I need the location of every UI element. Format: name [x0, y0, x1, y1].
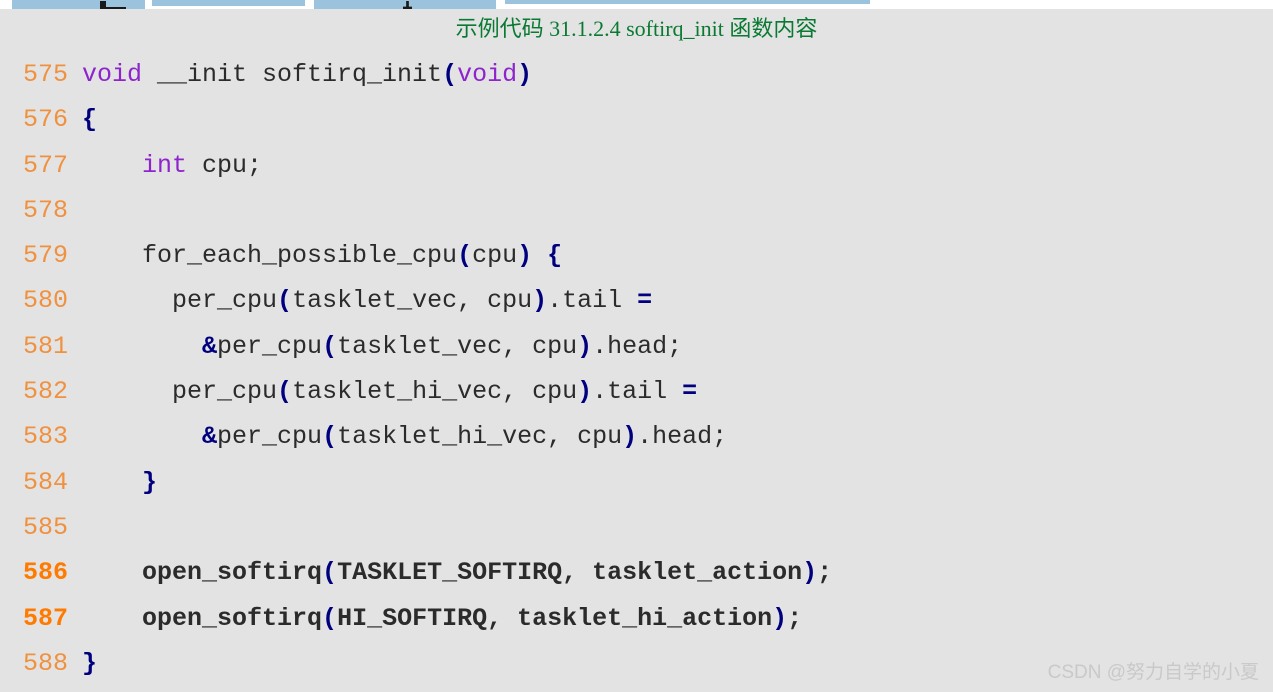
code-line: 581 &per_cpu(tasklet_vec, cpu).head; [0, 324, 1273, 369]
partial-glyph-1b [100, 1, 106, 9]
code-line: 582 per_cpu(tasklet_hi_vec, cpu).tail = [0, 369, 1273, 414]
code-line-source: open_softirq(HI_SOFTIRQ, tasklet_hi_acti… [82, 603, 803, 633]
code-line-number: 585 [22, 512, 68, 542]
code-line-source: { [82, 105, 98, 135]
code-line-number: 580 [22, 286, 68, 316]
code-line: 577 int cpu; [0, 143, 1273, 188]
code-line-source: per_cpu(tasklet_hi_vec, cpu).tail = [82, 377, 698, 407]
partial-ui-bar-4 [505, 0, 870, 4]
code-line-number: 588 [22, 648, 68, 678]
partial-ui-bar-2 [152, 0, 305, 6]
code-line: 583 &per_cpu(tasklet_hi_vec, cpu).head; [0, 414, 1273, 459]
code-line: 584 } [0, 460, 1273, 505]
code-line-number: 576 [22, 105, 68, 135]
code-line-number: 584 [22, 467, 68, 497]
code-line: 586 open_softirq(TASKLET_SOFTIRQ, taskle… [0, 550, 1273, 595]
code-line-source: for_each_possible_cpu(cpu) { [82, 241, 563, 271]
code-line: 578 [0, 188, 1273, 233]
code-line: 580 per_cpu(tasklet_vec, cpu).tail = [0, 278, 1273, 323]
code-line-source: } [82, 648, 98, 678]
code-line: 585 [0, 505, 1273, 550]
truncated-top-ui-strip [0, 0, 1273, 9]
code-line-number: 586 [22, 558, 68, 588]
code-line-number: 577 [22, 150, 68, 180]
code-line-number: 581 [22, 331, 68, 361]
code-line-source: &per_cpu(tasklet_vec, cpu).head; [202, 331, 683, 361]
code-line-number: 582 [22, 377, 68, 407]
code-line-source: per_cpu(tasklet_vec, cpu).tail = [82, 286, 653, 316]
csdn-watermark: CSDN @努力自学的小夏 [1047, 662, 1259, 683]
code-line: 575 void __init softirq_init(void) [0, 52, 1273, 97]
code-line: 579 for_each_possible_cpu(cpu) { [0, 233, 1273, 278]
code-line: 576 { [0, 97, 1273, 142]
code-line-number: 583 [22, 422, 68, 452]
code-listing: 575 void __init softirq_init(void) 576 {577… [0, 52, 1273, 686]
code-line: 587 open_softirq(HI_SOFTIRQ, tasklet_hi_… [0, 596, 1273, 641]
code-line-source: &per_cpu(tasklet_hi_vec, cpu).head; [202, 422, 728, 452]
code-line-number: 575 [22, 60, 68, 89]
code-figure-caption: 示例代码 31.1.2.4 softirq_init 函数内容 [455, 16, 818, 41]
code-line-source: } [142, 467, 158, 497]
code-line-number: 578 [22, 195, 68, 225]
code-line-source: void __init softirq_init(void) [82, 60, 533, 89]
code-line-source: int cpu; [142, 150, 263, 180]
code-line-number: 587 [22, 603, 68, 633]
code-line-number: 579 [22, 241, 68, 271]
code-line-source: open_softirq(TASKLET_SOFTIRQ, tasklet_ac… [82, 558, 833, 588]
